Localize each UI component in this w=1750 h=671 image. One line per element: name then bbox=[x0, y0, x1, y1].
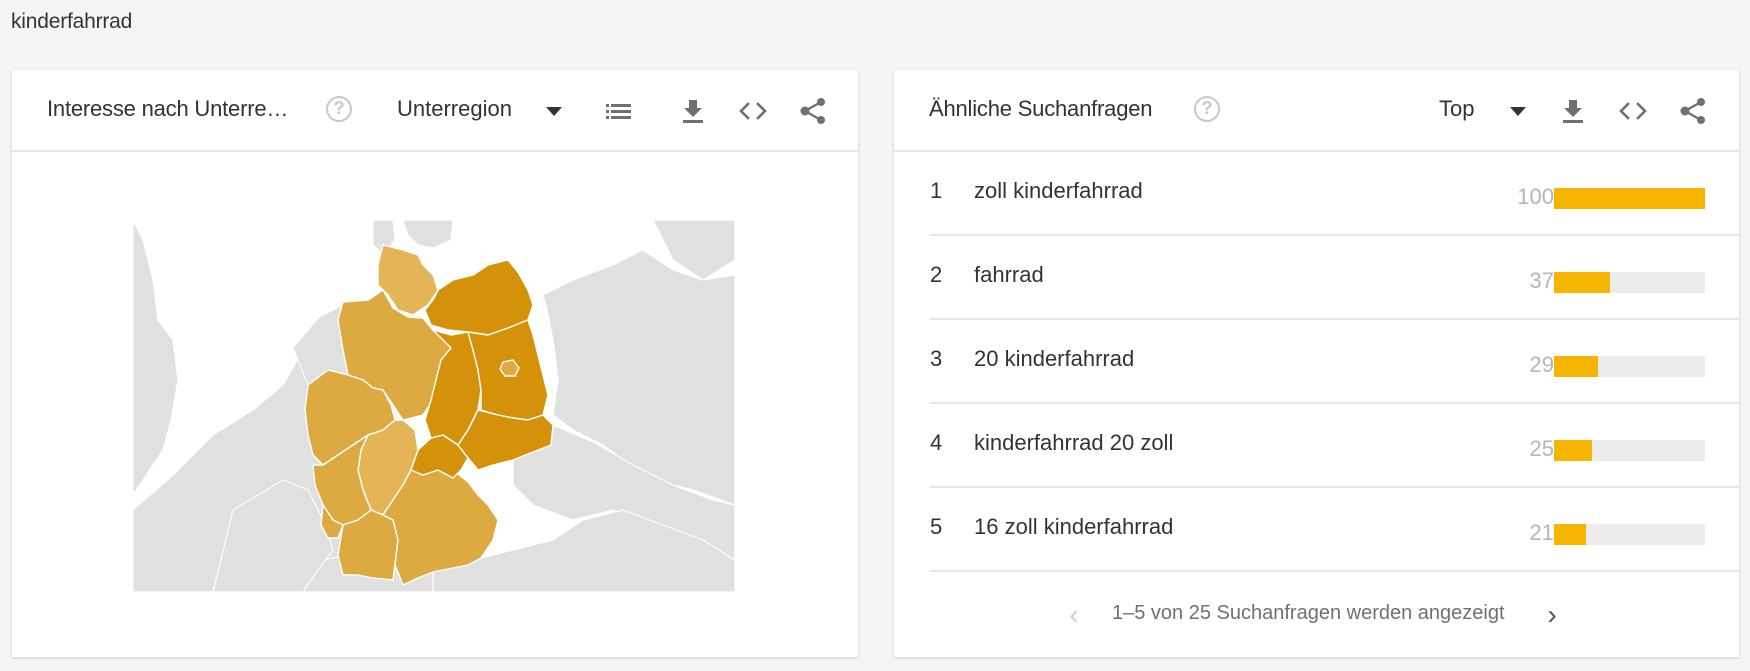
list-icon[interactable] bbox=[602, 94, 636, 128]
search-term-title: kinderfahrrad bbox=[11, 10, 133, 33]
query-bar bbox=[1554, 272, 1705, 293]
help-circle-icon[interactable]: ? bbox=[1194, 96, 1220, 122]
query-bar-fill bbox=[1554, 356, 1598, 377]
related-queries-card: Ähnliche Suchanfragen ? Top 1 zoll kinde… bbox=[894, 70, 1739, 657]
card-header: Ähnliche Suchanfragen ? Top bbox=[894, 70, 1739, 152]
resolution-dropdown[interactable]: Unterregion bbox=[397, 96, 512, 122]
interest-by-subregion-card: Interesse nach Unterre… ? Unterregion bbox=[12, 70, 858, 657]
query-bar-fill bbox=[1554, 524, 1586, 545]
query-bar bbox=[1554, 188, 1705, 209]
help-circle-icon[interactable]: ? bbox=[326, 96, 352, 122]
query-row[interactable]: 4 kinderfahrrad 20 zoll 25 bbox=[930, 404, 1739, 488]
pagination: ‹ 1–5 von 25 Suchanfragen werden angezei… bbox=[894, 590, 1739, 650]
chevron-left-icon[interactable]: ‹ bbox=[1064, 601, 1084, 629]
embed-code-icon[interactable] bbox=[736, 94, 770, 128]
query-label[interactable]: 16 zoll kinderfahrrad bbox=[974, 514, 1173, 540]
query-label[interactable]: kinderfahrrad 20 zoll bbox=[974, 430, 1173, 456]
chevron-down-icon[interactable] bbox=[1510, 107, 1526, 116]
query-label[interactable]: 20 kinderfahrrad bbox=[974, 346, 1134, 372]
map-svg bbox=[133, 220, 735, 592]
query-label[interactable]: fahrrad bbox=[974, 262, 1044, 288]
embed-code-icon[interactable] bbox=[1616, 94, 1650, 128]
query-bar bbox=[1554, 524, 1705, 545]
card-header: Interesse nach Unterre… ? Unterregion bbox=[12, 70, 858, 152]
query-bar-fill bbox=[1554, 188, 1705, 209]
query-row[interactable]: 1 zoll kinderfahrrad 100 bbox=[930, 152, 1739, 236]
query-label[interactable]: zoll kinderfahrrad bbox=[974, 178, 1143, 204]
query-row[interactable]: 2 fahrrad 37 bbox=[930, 236, 1739, 320]
subregion-map[interactable] bbox=[133, 220, 735, 592]
pagination-text: 1–5 von 25 Suchanfragen werden angezeigt bbox=[1112, 602, 1505, 624]
query-rank: 4 bbox=[930, 430, 943, 455]
query-rank: 3 bbox=[930, 346, 943, 371]
card-title: Interesse nach Unterre… bbox=[47, 96, 289, 121]
query-row[interactable]: 3 20 kinderfahrrad 29 bbox=[930, 320, 1739, 404]
chevron-down-icon[interactable] bbox=[546, 107, 562, 116]
query-value: 25 bbox=[1529, 436, 1554, 461]
query-rank: 5 bbox=[930, 514, 943, 539]
query-value: 21 bbox=[1529, 520, 1554, 545]
query-value: 29 bbox=[1529, 352, 1554, 377]
query-row[interactable]: 5 16 zoll kinderfahrrad 21 bbox=[930, 488, 1739, 572]
card-title: Ähnliche Suchanfragen bbox=[929, 96, 1153, 121]
query-bar-fill bbox=[1554, 272, 1610, 293]
share-icon[interactable] bbox=[796, 94, 830, 128]
download-icon[interactable] bbox=[1556, 94, 1590, 128]
download-icon[interactable] bbox=[676, 94, 710, 128]
query-value: 100 bbox=[1517, 184, 1554, 209]
query-bar bbox=[1554, 356, 1705, 377]
query-value: 37 bbox=[1529, 268, 1554, 293]
chevron-right-icon[interactable]: › bbox=[1542, 601, 1562, 629]
related-queries-list: 1 zoll kinderfahrrad 100 2 fahrrad 37 3 … bbox=[930, 152, 1739, 572]
query-bar bbox=[1554, 440, 1705, 461]
query-rank: 2 bbox=[930, 262, 943, 287]
top-rising-dropdown[interactable]: Top bbox=[1439, 96, 1474, 122]
query-rank: 1 bbox=[930, 178, 943, 203]
query-bar-fill bbox=[1554, 440, 1592, 461]
share-icon[interactable] bbox=[1676, 94, 1710, 128]
